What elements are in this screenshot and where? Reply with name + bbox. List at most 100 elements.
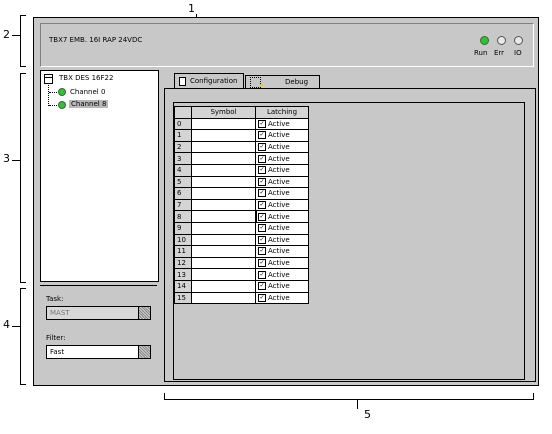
latching-checkbox[interactable]: ✓ (258, 177, 266, 186)
callout-3-line (12, 160, 20, 161)
run-led-icon (480, 36, 489, 45)
filter-label: Filter: (46, 334, 66, 342)
symbol-cell[interactable] (191, 279, 256, 293)
symbol-cell[interactable] (191, 233, 256, 247)
callout-5-line (357, 399, 358, 409)
table-row: 1 ✓ Active (174, 129, 309, 142)
latching-cell[interactable]: ✓ Active (255, 129, 309, 142)
symbol-cell[interactable] (191, 256, 256, 270)
row-number: 11 (174, 245, 192, 258)
latching-checkbox[interactable]: ✓ (258, 189, 266, 198)
latching-value: Active (268, 293, 290, 302)
callout-2-bracket-top (20, 15, 26, 16)
latching-cell[interactable]: ✓ Active (255, 163, 309, 177)
latching-checkbox[interactable]: ✓ (258, 143, 266, 152)
latching-checkbox[interactable]: ✓ (258, 201, 266, 210)
tab-debug-label: Debug (285, 78, 309, 86)
callout-3-bracket-top (20, 73, 26, 74)
latching-checkbox[interactable]: ✓ (258, 166, 266, 175)
latching-value: Active (268, 177, 290, 186)
filter-value: Fast (50, 348, 65, 356)
latching-cell[interactable]: ✓ Active (255, 152, 309, 165)
latching-cell[interactable]: ✓ Active (255, 117, 309, 131)
table-row: 6 ✓ Active (174, 187, 309, 200)
settings-panel: Task: MAST Filter: Fast (40, 285, 157, 382)
tree-root-label[interactable]: TBX DES 16F22 (59, 74, 113, 82)
latching-value: Active (268, 201, 290, 210)
latching-cell[interactable]: ✓ Active (255, 210, 309, 223)
filter-dropdown-icon[interactable] (138, 346, 150, 358)
latching-cell[interactable]: ✓ Active (255, 221, 309, 235)
symbol-cell[interactable] (190, 209, 257, 224)
symbol-cell[interactable] (191, 291, 256, 305)
latching-cell[interactable]: ✓ Active (255, 256, 309, 270)
symbol-cell[interactable] (191, 152, 256, 165)
symbol-cell[interactable] (191, 198, 256, 212)
latching-cell[interactable]: ✓ Active (255, 233, 309, 247)
callout-5-bracket-left (164, 393, 165, 400)
table-row: 9 ✓ Active (174, 221, 309, 235)
callout-5-bracket (164, 399, 534, 400)
tree-item-channel-8[interactable]: Channel 8 (69, 100, 109, 108)
run-led-label: Run (474, 49, 488, 57)
latching-checkbox[interactable]: ✓ (258, 154, 266, 163)
latching-cell[interactable]: ✓ Active (255, 245, 309, 258)
io-led-label: IO (514, 49, 522, 57)
callout-4: 4 (3, 318, 10, 331)
tree-connector-h0 (49, 92, 57, 94)
latching-cell[interactable]: ✓ Active (255, 268, 309, 281)
latching-value: Active (268, 143, 290, 152)
symbol-cell[interactable] (191, 187, 256, 200)
latching-cell[interactable]: ✓ Active (255, 175, 309, 189)
latching-cell[interactable]: ✓ Active (255, 279, 309, 293)
filter-select[interactable]: Fast (46, 345, 151, 359)
err-led-label: Err (494, 49, 505, 57)
latching-checkbox[interactable]: ✓ (258, 247, 266, 256)
symbol-cell[interactable] (191, 245, 256, 258)
latching-checkbox[interactable]: ✓ (258, 119, 266, 128)
symbol-cell[interactable] (191, 163, 256, 177)
callout-4-bracket-top (20, 288, 26, 289)
tab-configuration-label: Configuration (190, 77, 238, 85)
symbol-cell[interactable] (191, 140, 256, 154)
row-number: 7 (174, 198, 192, 212)
debug-tab-indicator-icon (260, 84, 263, 86)
latching-checkbox[interactable]: ✓ (258, 259, 266, 268)
callout-4-bracket-bottom (20, 384, 26, 385)
table-row: 8 ✓ Active (174, 209, 309, 224)
latching-checkbox[interactable]: ✓ (258, 270, 266, 279)
row-number: 15 (174, 291, 192, 305)
symbol-cell[interactable] (191, 129, 256, 142)
latching-checkbox[interactable]: ✓ (258, 212, 266, 221)
tab-configuration[interactable]: Configuration (174, 73, 244, 88)
debug-tab-icon (250, 77, 261, 88)
latching-checkbox[interactable]: ✓ (258, 224, 266, 233)
table-row: 10 ✓ Active (174, 233, 309, 247)
callout-3-bracket-bottom (20, 282, 26, 283)
latching-checkbox[interactable]: ✓ (258, 282, 266, 291)
row-number: 8 (174, 210, 192, 223)
symbol-cell[interactable] (191, 268, 256, 281)
task-select: MAST (46, 306, 151, 320)
err-led-icon (497, 36, 506, 45)
table-frame: Symbol Latching 0 ✓ Active 1 ✓ Active 2 ✓ Active… (173, 102, 525, 380)
latching-cell[interactable]: ✓ Active (255, 140, 309, 154)
latching-value: Active (268, 154, 290, 163)
latching-checkbox[interactable]: ✓ (258, 235, 266, 244)
latching-value: Active (268, 235, 290, 244)
latching-cell[interactable]: ✓ Active (255, 198, 309, 212)
latching-checkbox[interactable]: ✓ (258, 293, 266, 302)
module-icon (44, 74, 53, 84)
symbol-cell[interactable] (191, 175, 256, 189)
latching-value: Active (268, 247, 290, 256)
latching-cell[interactable]: ✓ Active (255, 187, 309, 200)
latching-checkbox[interactable]: ✓ (258, 131, 266, 140)
tree-item-channel-0[interactable]: Channel 0 (70, 88, 105, 96)
tab-debug[interactable]: Debug (245, 75, 320, 88)
table-row: 0 ✓ Active (174, 117, 309, 131)
symbol-cell[interactable] (191, 117, 256, 131)
callout-2-bracket-bottom (20, 66, 26, 67)
symbol-cell[interactable] (191, 221, 256, 235)
latching-cell[interactable]: ✓ Active (255, 291, 309, 305)
table-header-row: Symbol Latching (174, 106, 309, 119)
